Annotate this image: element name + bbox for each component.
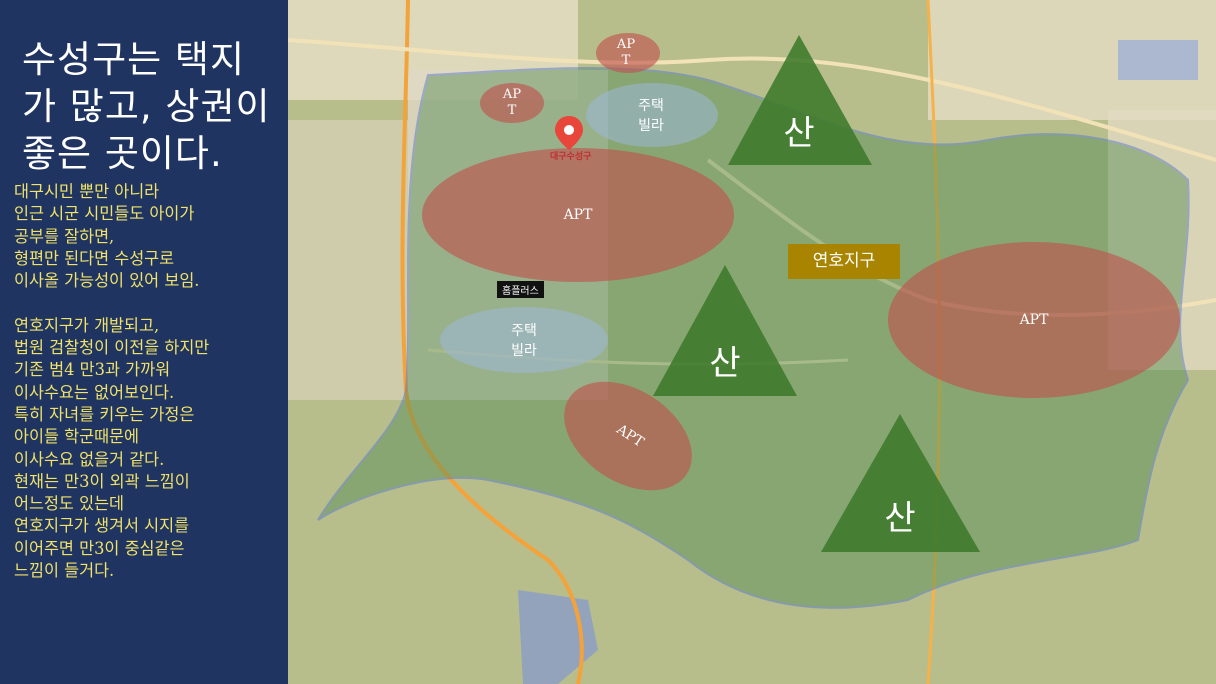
sidebar-panel: 수성구는 택지가 많고, 상권이 좋은 곳이다. 대구시민 뿐만 아니라 인근 …: [0, 0, 288, 684]
apt-zone-east: [888, 242, 1180, 398]
villa-zone-south: [440, 307, 608, 373]
map-view: 대구수성구 홈플러스 APT APT APT AP T AP T 주택 빌라 주…: [288, 0, 1216, 684]
industrial-block: [1118, 40, 1198, 80]
analysis-notes: 대구시민 뿐만 아니라 인근 시군 시민들도 아이가 공부를 잘하면, 형편만 …: [14, 182, 210, 581]
district-badge-yeonho: 연호지구: [788, 244, 900, 279]
slide-title: 수성구는 택지가 많고, 상권이 좋은 곳이다.: [22, 38, 271, 175]
place-tag-homeplus[interactable]: 홈플러스: [497, 281, 544, 298]
pin-label: 대구수성구: [550, 152, 592, 162]
map-canvas: [288, 0, 1216, 684]
urban-area-west: [288, 120, 408, 400]
villa-zone-north: [586, 83, 718, 147]
apt-zone-small-north: [596, 33, 660, 73]
apt-zone-small-west: [480, 83, 544, 123]
apt-zone-main: [422, 148, 734, 282]
